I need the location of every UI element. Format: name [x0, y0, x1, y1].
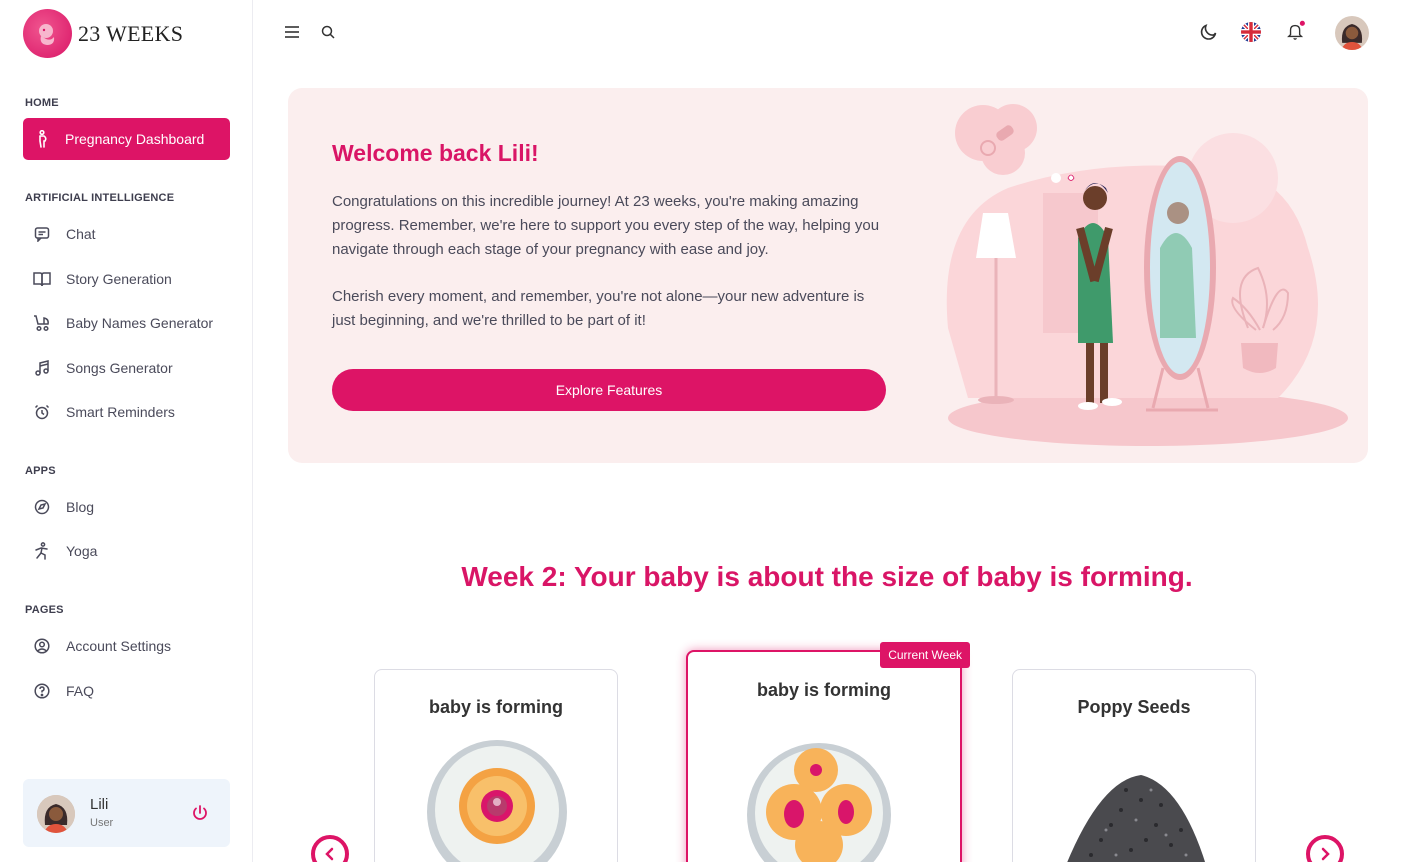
carousel-next-button[interactable] [1306, 835, 1344, 862]
sidebar-item-baby-names-generator[interactable]: Baby Names Generator [33, 313, 213, 333]
sidebar-item-label: Blog [66, 499, 95, 515]
welcome-paragraph: Congratulations on this incredible journ… [332, 193, 880, 258]
week-heading: Week 2: Your baby is about the size of b… [461, 561, 1193, 592]
section-label-home: HOME [25, 97, 59, 109]
welcome-title: Welcome back Lili! [332, 140, 539, 166]
blog-icon [33, 498, 51, 516]
week-card-title: Poppy Seeds [1077, 697, 1191, 717]
sidebar-item-smart-reminders[interactable]: Smart Reminders [33, 402, 175, 422]
section-label-apps: APPS [25, 465, 56, 477]
book-icon [33, 270, 51, 288]
brand[interactable]: 23 WEEKS [23, 9, 183, 58]
explore-features-button[interactable]: Explore Features [332, 369, 886, 411]
sidebar-item-label: Songs Generator [66, 360, 173, 376]
week-card-current[interactable]: Current Week baby is forming [686, 642, 970, 862]
section-label-pages: PAGES [25, 604, 64, 616]
section-label-ai: ARTIFICIAL INTELLIGENCE [25, 192, 175, 204]
user-name: Lili [90, 796, 109, 813]
bell-icon[interactable] [1286, 20, 1306, 41]
week-card-title: baby is forming [428, 697, 563, 717]
carousel-prev-button[interactable] [311, 835, 349, 862]
search-icon[interactable] [318, 22, 338, 42]
current-week-badge: Current Week [880, 642, 970, 668]
cell-illustration [427, 740, 567, 862]
chat-icon [33, 225, 51, 243]
avatar [37, 795, 75, 833]
sidebar-item-label: Yoga [66, 543, 98, 559]
moon-icon[interactable] [1199, 22, 1219, 42]
pregnant-woman-icon [35, 130, 51, 148]
avatar[interactable] [1335, 16, 1369, 50]
week-card[interactable]: Poppy Seeds [1012, 669, 1256, 862]
app-root: 23 WEEKS HOME Pregnancy Dashboard ARTIFI… [0, 0, 1401, 862]
user-circle-icon [33, 637, 51, 655]
sidebar-item-label: Baby Names Generator [66, 315, 214, 331]
stroller-icon [33, 314, 51, 332]
yoga-icon [33, 542, 51, 560]
brand-name: 23 WEEKS [78, 20, 184, 46]
uk-flag-icon[interactable] [1241, 22, 1261, 42]
music-note-icon [33, 359, 51, 377]
sidebar-item-label: Account Settings [66, 638, 172, 654]
sidebar-item-faq[interactable]: FAQ [33, 681, 94, 701]
sidebar-item-label: Chat [66, 226, 96, 242]
sidebar-item-chat[interactable]: Chat [33, 224, 96, 244]
welcome-banner: Welcome back Lili! Congratulations on th… [288, 88, 1368, 463]
sidebar-item-label: Pregnancy Dashboard [65, 131, 205, 147]
fetus-icon [23, 9, 72, 58]
sidebar-item-blog[interactable]: Blog [33, 497, 94, 517]
sidebar-item-yoga[interactable]: Yoga [33, 541, 97, 561]
user-role: User [90, 817, 114, 829]
sidebar: 23 WEEKS HOME Pregnancy Dashboard ARTIFI… [0, 0, 253, 862]
power-icon[interactable] [190, 803, 210, 823]
mirror-illustration [946, 104, 1348, 446]
sidebar-item-account-settings[interactable]: Account Settings [33, 636, 171, 656]
week-card[interactable]: baby is forming [374, 669, 618, 862]
poppy-seeds-image [1067, 775, 1205, 862]
sidebar-item-label: Story Generation [66, 271, 172, 287]
week-card-title: baby is forming [756, 680, 891, 700]
welcome-paragraph: Cherish every moment, and remember, you'… [332, 288, 865, 329]
alarm-clock-icon [33, 403, 51, 421]
sidebar-item-songs-generator[interactable]: Songs Generator [33, 358, 173, 378]
menu-icon[interactable] [282, 22, 302, 42]
sidebar-item-pregnancy-dashboard[interactable]: Pregnancy Dashboard [23, 118, 230, 160]
sidebar-item-story-generation[interactable]: Story Generation [33, 269, 172, 289]
help-circle-icon [33, 682, 51, 700]
sidebar-item-label: FAQ [66, 683, 95, 699]
sidebar-item-label: Smart Reminders [66, 404, 175, 420]
user-card[interactable]: Lili User [23, 779, 230, 847]
cell-illustration [747, 743, 891, 862]
